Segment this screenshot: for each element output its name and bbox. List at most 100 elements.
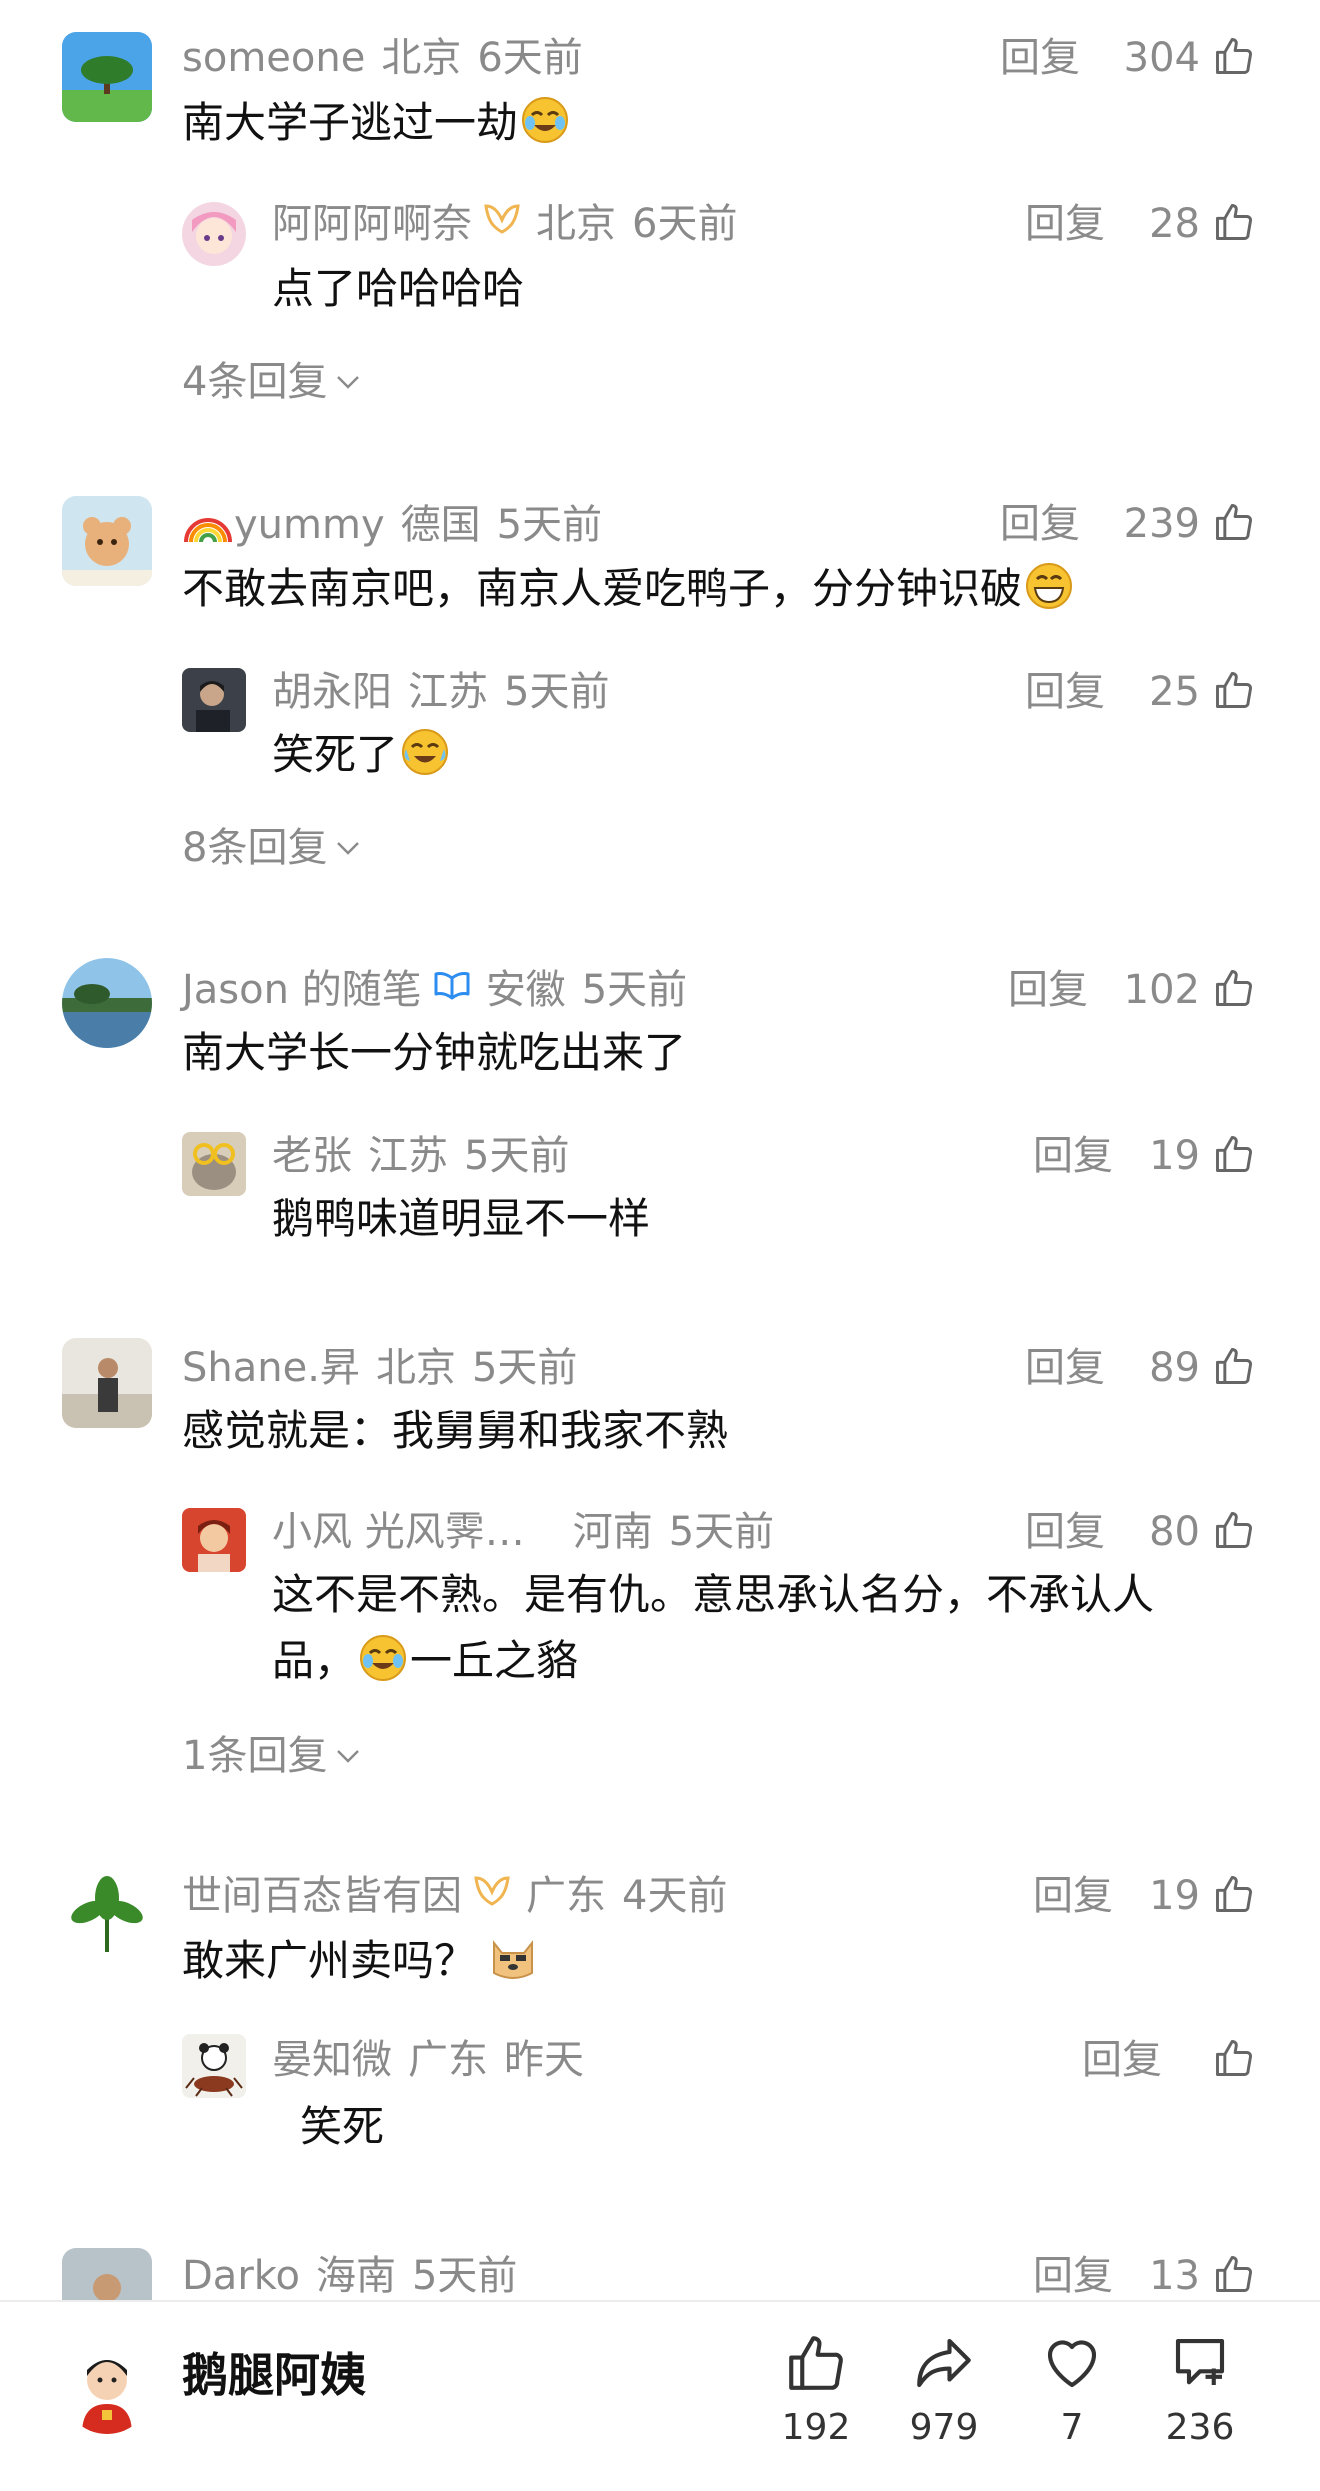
timestamp: 昨天 <box>504 2037 584 2083</box>
username[interactable]: 阿阿阿啊奈 <box>272 201 472 247</box>
blue-v-icon <box>432 968 472 1009</box>
reply-button[interactable]: 回复 <box>1033 1876 1113 1916</box>
bottom-action-bar: 鹅腿阿姨 192 979 7 236 <box>0 2300 1320 2491</box>
avatar[interactable] <box>182 202 246 266</box>
reply-button[interactable]: 回复 <box>1000 38 1080 78</box>
reply-meta: 小风 光风霁… 河南 5天前 <box>272 1512 774 1552</box>
like-count: 25 <box>1149 669 1200 715</box>
username[interactable]: Shane.昇 <box>182 1345 360 1391</box>
heart-icon <box>1039 2330 1105 2396</box>
location: 江苏 <box>408 669 488 715</box>
like-count: 28 <box>1149 201 1200 247</box>
comment-action[interactable]: 236 <box>1140 2330 1260 2446</box>
username[interactable]: someone <box>182 35 365 81</box>
avatar[interactable] <box>62 496 152 586</box>
avatar[interactable] <box>62 958 152 1048</box>
comment-count: 236 <box>1165 2407 1235 2448</box>
like-count: 19 <box>1149 1133 1200 1179</box>
reply-text: 点了哈哈哈哈 <box>272 264 525 313</box>
reply-text: 笑死 <box>300 2102 385 2151</box>
avatar[interactable] <box>182 1508 246 1572</box>
expand-replies-link[interactable]: 1条回复 <box>182 1736 361 1776</box>
chevron-down-icon <box>337 1750 360 1763</box>
reply-button[interactable]: 回复 <box>1082 2040 1162 2080</box>
thumb-up-icon[interactable] <box>1212 2252 1256 2296</box>
share-action[interactable]: 979 <box>884 2330 1004 2446</box>
thumb-up-icon[interactable] <box>1212 966 1256 1010</box>
like-count: 13 <box>1149 2253 1200 2299</box>
reply-text-line2: 品， 一丘之貉 <box>272 1628 578 1694</box>
timestamp: 4天前 <box>622 1873 728 1919</box>
reply-button[interactable]: 回复 <box>1033 1136 1113 1176</box>
avatar[interactable] <box>182 2034 246 2098</box>
avatar[interactable] <box>62 1338 152 1428</box>
comment-meta: Jason 的随笔 安徽 5天前 <box>182 970 687 1010</box>
username[interactable]: 晏知微 <box>272 2037 392 2083</box>
timestamp: 5天前 <box>504 669 610 715</box>
like-count: 89 <box>1149 1345 1200 1391</box>
username[interactable]: Darko <box>182 2253 300 2299</box>
crying-laughing-emoji-icon <box>358 1633 408 1683</box>
thumb-up-icon[interactable] <box>1212 200 1256 244</box>
reply-button[interactable]: 回复 <box>1025 204 1105 244</box>
timestamp: 5天前 <box>411 2253 518 2299</box>
reply-button[interactable]: 回复 <box>1000 504 1080 544</box>
timestamp: 5天前 <box>581 967 688 1013</box>
like-action[interactable]: 192 <box>756 2330 876 2446</box>
grinning-emoji-icon <box>1024 561 1074 611</box>
reply-button[interactable]: 回复 <box>1025 672 1105 712</box>
chevron-down-icon <box>337 842 360 855</box>
thumb-up-icon[interactable] <box>1212 668 1256 712</box>
thumb-up-icon[interactable] <box>1212 1872 1256 1916</box>
reply-button[interactable]: 回复 <box>1033 2256 1113 2296</box>
avatar[interactable] <box>182 668 246 732</box>
username[interactable]: Jason 的随笔 <box>182 967 422 1013</box>
timestamp: 5天前 <box>668 1509 775 1555</box>
author-name[interactable]: 鹅腿阿姨 <box>182 2352 366 2398</box>
author-avatar[interactable] <box>62 2344 152 2434</box>
username[interactable]: 胡永阳 <box>272 669 392 715</box>
username[interactable]: yummy <box>234 502 385 548</box>
comment-text: 南大学长一分钟就吃出来了 <box>182 1028 687 1077</box>
like-icon <box>783 2330 849 2396</box>
location: 广东 <box>408 2037 488 2083</box>
comment-text: 感觉就是：我舅舅和我家不熟 <box>182 1406 729 1455</box>
comment-icon <box>1167 2330 1233 2396</box>
thumb-up-icon[interactable] <box>1212 1344 1256 1388</box>
reply-text: 鹅鸭味道明显不一样 <box>272 1194 651 1243</box>
like-count: 239 <box>1123 501 1200 547</box>
reply-text: 笑死了 <box>272 722 452 788</box>
location: 安徽 <box>485 967 566 1013</box>
username[interactable]: 世间百态皆有因 <box>182 1873 462 1919</box>
expand-replies-link[interactable]: 8条回复 <box>182 828 361 868</box>
thumb-up-icon[interactable] <box>1212 34 1256 78</box>
like-count: 304 <box>1123 35 1200 81</box>
expand-replies-link[interactable]: 4条回复 <box>182 362 361 402</box>
like-count: 80 <box>1149 1509 1200 1555</box>
username[interactable]: 老张 <box>272 1133 352 1179</box>
timestamp: 6天前 <box>477 35 583 81</box>
gold-vip-icon <box>472 1874 512 1915</box>
location: 德国 <box>400 502 481 548</box>
favorite-action[interactable]: 7 <box>1012 2330 1132 2446</box>
avatar[interactable] <box>182 1132 246 1196</box>
reply-button[interactable]: 回复 <box>1025 1348 1105 1388</box>
share-count: 979 <box>909 2407 979 2448</box>
username[interactable]: 小风 光风霁… <box>272 1509 525 1555</box>
gold-vip-icon <box>482 202 522 243</box>
reply-button[interactable]: 回复 <box>1008 970 1088 1010</box>
timestamp: 6天前 <box>632 201 738 247</box>
location: 北京 <box>381 35 462 81</box>
avatar[interactable] <box>62 32 152 122</box>
timestamp: 5天前 <box>496 502 603 548</box>
favorite-count: 7 <box>1060 2407 1084 2448</box>
thumb-up-icon[interactable] <box>1212 1132 1256 1176</box>
reply-button[interactable]: 回复 <box>1025 1512 1105 1552</box>
thumb-up-icon[interactable] <box>1212 500 1256 544</box>
crying-laughing-emoji-icon <box>520 95 570 145</box>
thumb-up-icon[interactable] <box>1212 2036 1256 2080</box>
reply-meta: 阿阿阿啊奈 北京 6天前 <box>272 201 738 247</box>
avatar[interactable] <box>62 1868 152 1958</box>
thumb-up-icon[interactable] <box>1212 1508 1256 1552</box>
chevron-down-icon <box>337 376 360 389</box>
